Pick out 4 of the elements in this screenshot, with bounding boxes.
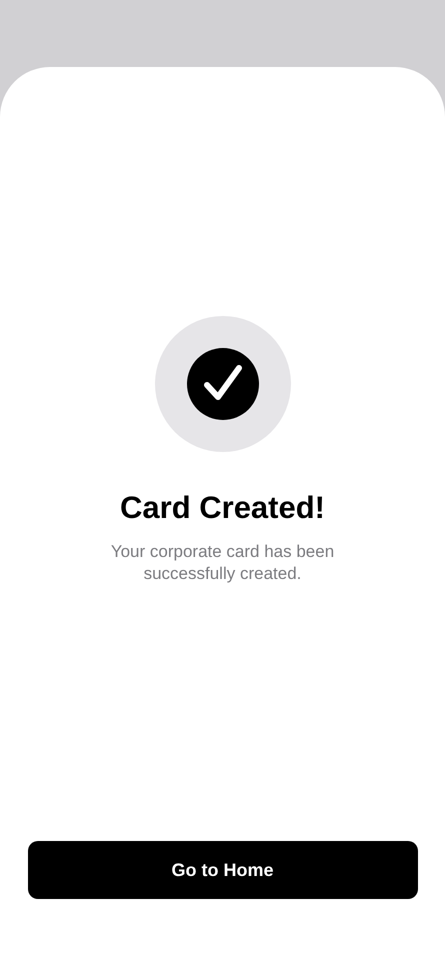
check-circle-icon [154,316,290,452]
title: Card Created! [120,490,325,526]
go-home-button[interactable]: Go to Home [28,841,418,899]
message: Your corporate card has been successfully created. [110,541,336,585]
